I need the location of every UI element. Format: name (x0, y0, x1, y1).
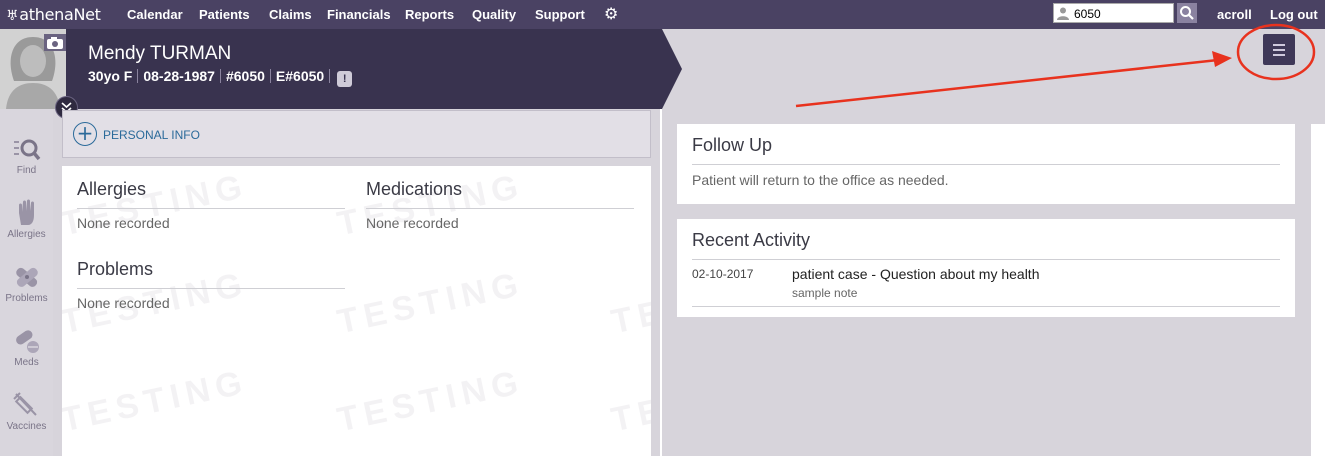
personal-info-label: PERSONAL INFO (103, 128, 200, 142)
testing-watermark: TESTING (608, 362, 651, 440)
search-icon (1180, 6, 1194, 20)
camera-icon[interactable] (44, 34, 66, 51)
panel-divider (660, 109, 662, 456)
testing-watermark: TESTING (334, 362, 528, 440)
divider (366, 208, 634, 209)
divider (692, 164, 1280, 165)
arrow-head (1212, 51, 1232, 67)
gear-icon[interactable]: ⚙ (604, 4, 618, 23)
nav-support[interactable]: Support (535, 7, 585, 22)
follow-up-card: Follow Up Patient will return to the off… (677, 124, 1295, 204)
sidebar-label-vaccines: Vaccines (6, 421, 47, 432)
menu-line (1273, 49, 1285, 51)
divider (77, 208, 345, 209)
nav-calendar[interactable]: Calendar (127, 7, 183, 22)
separator (329, 69, 331, 83)
recent-activity-card: Recent Activity 02-10-2017 patient case … (677, 219, 1295, 317)
arrow-line (795, 58, 1219, 108)
activity-title-link[interactable]: patient case - Question about my health (792, 266, 1039, 282)
problems-heading[interactable]: Problems (77, 259, 153, 280)
patient-search-box (1053, 3, 1174, 23)
alert-badge-icon[interactable]: ! (337, 71, 353, 87)
right-scroll-edge (1311, 124, 1325, 456)
nav-quality[interactable]: Quality (472, 7, 516, 22)
divider (77, 288, 345, 289)
divider (692, 259, 1280, 260)
separator (137, 69, 139, 83)
personal-info-panel[interactable]: + PERSONAL INFO (62, 110, 651, 158)
problems-value: None recorded (77, 295, 170, 311)
menu-line (1273, 44, 1285, 46)
sidebar-item-meds[interactable]: Meds (0, 327, 53, 368)
nav-reports[interactable]: Reports (405, 7, 454, 22)
nav-patients[interactable]: Patients (199, 7, 250, 22)
left-sidebar: Find Allergies Problems Meds Vaccines (0, 109, 53, 456)
hand-icon (18, 199, 34, 225)
follow-up-heading[interactable]: Follow Up (692, 135, 772, 156)
athenanet-logo[interactable]: ♅athenaNet (6, 5, 101, 24)
hamburger-menu-button[interactable] (1263, 34, 1295, 65)
sidebar-item-vaccines[interactable]: Vaccines (0, 391, 53, 432)
patient-id: #6050 (225, 68, 265, 84)
nav-claims[interactable]: Claims (269, 7, 312, 22)
person-icon (1057, 7, 1069, 20)
medications-heading[interactable]: Medications (366, 179, 462, 200)
patient-name: Mendy TURMAN (88, 43, 232, 64)
logout-link[interactable]: Log out (1270, 7, 1318, 22)
sidebar-item-find[interactable]: Find (0, 137, 53, 176)
bandage-icon (15, 267, 38, 287)
divider (692, 306, 1280, 307)
plus-circle-icon: + (73, 122, 97, 146)
menu-line (1273, 54, 1285, 56)
testing-watermark: TESTING (608, 264, 651, 342)
testing-watermark: TESTING (334, 264, 528, 342)
syringe-icon (12, 392, 37, 416)
patient-demographics: 30yo F 08-28-1987 #6050 E#6050! (88, 68, 353, 87)
logo-text: athenaNet (19, 5, 101, 24)
separator (219, 69, 221, 83)
patient-search-input[interactable] (1074, 5, 1172, 22)
athena-leaf-icon: ♅ (6, 8, 19, 24)
sidebar-item-allergies[interactable]: Allergies (0, 199, 53, 240)
search-button[interactable] (1177, 3, 1197, 23)
user-menu-link[interactable]: acroll (1217, 7, 1252, 22)
separator (269, 69, 271, 83)
find-icon (13, 139, 40, 161)
top-nav: ♅athenaNet Calendar Patients Claims Fina… (0, 0, 1325, 29)
pills-icon (15, 330, 39, 353)
testing-watermark: TESTING (62, 362, 252, 440)
sidebar-label-meds: Meds (14, 357, 39, 368)
nav-financials[interactable]: Financials (327, 7, 391, 22)
sidebar-label-allergies: Allergies (7, 229, 46, 240)
sidebar-item-problems[interactable]: Problems (0, 263, 53, 304)
activity-note: sample note (792, 286, 858, 300)
activity-date: 02-10-2017 (692, 267, 754, 281)
patient-age-sex: 30yo F (88, 68, 133, 84)
follow-up-text: Patient will return to the office as nee… (692, 172, 949, 188)
sidebar-label-find: Find (16, 165, 37, 176)
recent-activity-heading[interactable]: Recent Activity (692, 230, 810, 251)
sidebar-label-problems: Problems (5, 293, 48, 304)
allergies-value: None recorded (77, 215, 170, 231)
patient-dob: 08-28-1987 (143, 68, 215, 84)
enterprise-id: E#6050 (275, 68, 325, 84)
allergies-heading[interactable]: Allergies (77, 179, 146, 200)
medications-value: None recorded (366, 215, 459, 231)
summary-card: TESTING TESTING TESTING TESTING TESTING … (62, 166, 651, 456)
